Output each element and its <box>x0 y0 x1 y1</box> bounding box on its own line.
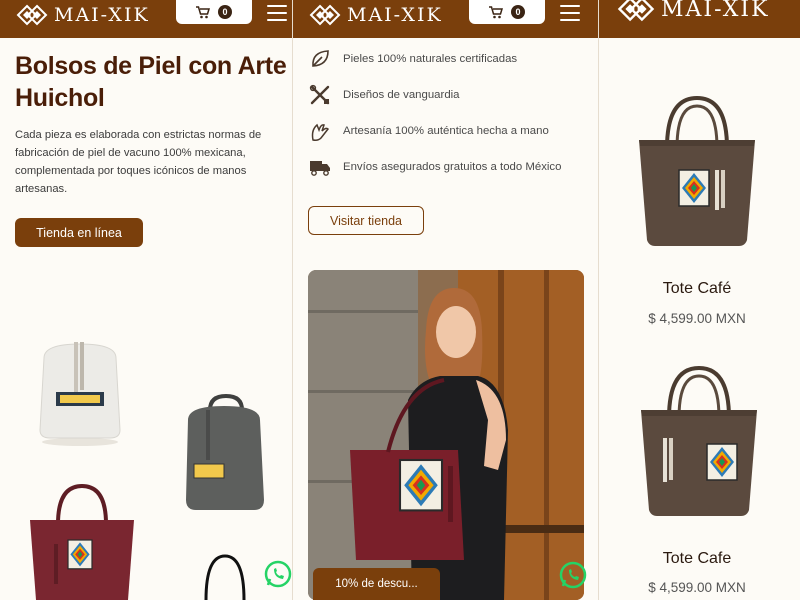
brand-name: MAI-XIK <box>54 4 150 26</box>
handcraft-icon <box>311 123 329 141</box>
feature-item: Pieles 100% naturales certificadas <box>309 48 517 70</box>
product-price: $ 4,599.00 MXN <box>648 311 746 326</box>
feature-label: Pieles 100% naturales certificadas <box>343 53 518 65</box>
discount-tab[interactable]: 10% de descu... <box>313 568 440 600</box>
product-price: $ 4,599.00 MXN <box>648 580 746 595</box>
model-with-tote-image <box>308 270 584 600</box>
menu-icon[interactable] <box>560 5 580 21</box>
cart-count-badge: 0 <box>511 5 525 19</box>
panel-home: MAI-XIK 0 Bolsos de Piel con Arte Huicho… <box>0 0 292 600</box>
bag-strap-image[interactable] <box>200 552 250 600</box>
panel-features: MAI-XIK 0 Pieles 100% naturales certific… <box>292 0 598 600</box>
cart-button[interactable]: 0 <box>469 0 545 24</box>
cart-button[interactable]: 0 <box>176 0 252 24</box>
visit-store-button[interactable]: Visitar tienda <box>308 206 424 235</box>
product-name[interactable]: Tote Café <box>599 280 795 298</box>
cart-icon <box>196 5 210 18</box>
product-image-tote-cafe[interactable] <box>627 90 767 250</box>
product-image-tote-cafe[interactable] <box>629 360 769 520</box>
panel-products: MAI-XIK Tote Café $ 4,599.00 MXN Tote Ca… <box>598 0 800 600</box>
brand-emblem-icon <box>309 4 341 26</box>
logo[interactable]: MAI-XIK <box>617 0 770 22</box>
lifestyle-photo <box>308 270 584 600</box>
whatsapp-icon[interactable] <box>264 560 292 588</box>
header: MAI-XIK <box>599 0 800 38</box>
hero-description: Cada pieza es elaborada con estrictas no… <box>15 129 262 195</box>
feature-item: Artesanía 100% auténtica hecha a mano <box>309 120 549 142</box>
backpack-gray-image[interactable] <box>178 340 272 520</box>
logo[interactable]: MAI-XIK <box>309 4 443 26</box>
leaf-icon <box>312 50 329 67</box>
product-name[interactable]: Tote Cafe <box>599 550 795 568</box>
shop-online-button[interactable]: Tienda en línea <box>15 218 143 247</box>
tote-burgundy-image[interactable] <box>24 480 140 600</box>
brand-emblem-icon <box>617 0 655 22</box>
truck-icon <box>310 161 330 176</box>
feature-item: Envíos asegurados gratuitos a todo Méxic… <box>309 156 561 178</box>
feature-label: Envíos asegurados gratuitos a todo Méxic… <box>343 161 562 173</box>
cart-count-badge: 0 <box>218 5 232 19</box>
backpack-white-image[interactable] <box>30 338 130 448</box>
feature-label: Artesanía 100% auténtica hecha a mano <box>343 125 549 137</box>
brand-name: MAI-XIK <box>661 0 770 22</box>
feature-item: Diseños de vanguardia <box>309 84 460 106</box>
cart-icon <box>489 5 503 18</box>
tools-icon <box>309 84 330 105</box>
brand-emblem-icon <box>16 4 48 26</box>
brand-name: MAI-XIK <box>347 4 443 26</box>
header: MAI-XIK 0 <box>293 0 598 38</box>
whatsapp-icon[interactable] <box>559 561 587 589</box>
header: MAI-XIK 0 <box>0 0 292 38</box>
logo[interactable]: MAI-XIK <box>16 4 150 26</box>
hero-title: Bolsos de Piel con Arte Huichol <box>15 52 287 112</box>
feature-label: Diseños de vanguardia <box>343 89 460 101</box>
menu-icon[interactable] <box>267 5 287 21</box>
